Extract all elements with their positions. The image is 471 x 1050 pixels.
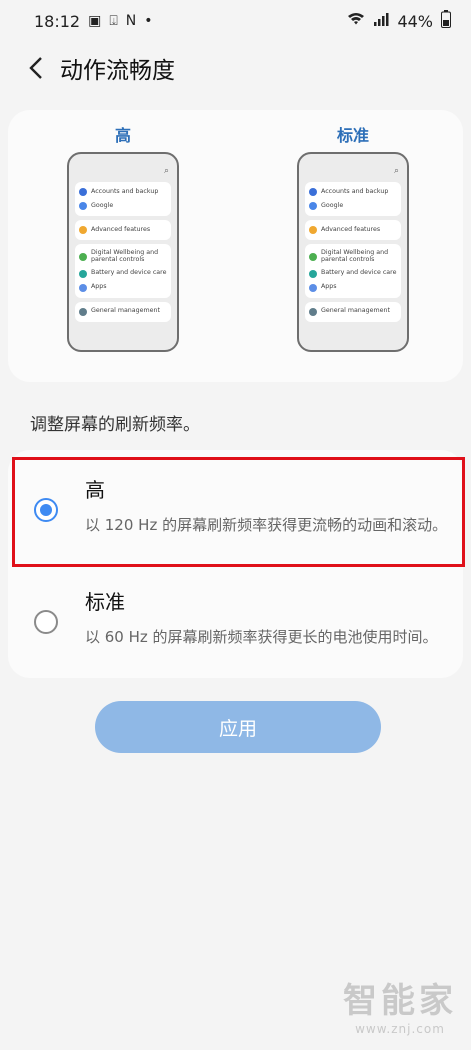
mini-label: Advanced features <box>321 225 381 233</box>
mini-group: Advanced features <box>75 220 171 240</box>
options-card: 高 以 120 Hz 的屏幕刷新频率获得更流畅的动画和滚动。 标准 以 60 H… <box>8 450 463 678</box>
mini-row-accounts: Accounts and backup <box>309 185 397 199</box>
mini-label: Digital Wellbeing and parental controls <box>321 249 389 263</box>
mini-label: Accounts and backup <box>91 187 159 195</box>
mini-row-general: General management <box>309 305 397 319</box>
mini-row-wellbeing: Digital Wellbeing and parental controls <box>309 247 397 267</box>
radio-high[interactable] <box>34 498 58 522</box>
mini-group: Advanced features <box>305 220 401 240</box>
page-title: 动作流畅度 <box>60 58 175 84</box>
apps-icon <box>79 283 87 292</box>
apps-icon <box>309 283 317 292</box>
option-high-title: 高 <box>85 478 105 502</box>
mini-label: General management <box>321 307 390 315</box>
preview-label-standard: 标准 <box>336 126 369 145</box>
status-left: 18:12 ▣ ⍗ N • <box>34 12 153 31</box>
advanced-features-icon <box>79 226 87 234</box>
mini-group: Digital Wellbeing and parental controls … <box>75 244 171 298</box>
status-bar: 18:12 ▣ ⍗ N • 44% <box>0 0 471 42</box>
mini-label: Digital Wellbeing and parental controls <box>91 249 159 263</box>
option-standard-title: 标准 <box>85 590 125 614</box>
mini-label: Battery and device care <box>321 269 397 277</box>
mini-row-apps: Apps <box>79 281 167 295</box>
mini-group: Accounts and backup Google <box>305 182 401 216</box>
mini-group: General management <box>305 301 401 322</box>
mini-label: Apps <box>91 283 107 291</box>
mini-row-google: Google <box>79 199 167 213</box>
preview-card: 高 ⌕ Accounts and backup Google Advanced … <box>8 110 463 382</box>
mini-label: Advanced features <box>91 225 151 233</box>
preview-label-high: 高 <box>114 126 131 145</box>
mini-label: Google <box>321 201 344 209</box>
mini-row-advanced: Advanced features <box>309 223 397 237</box>
search-icon: ⌕ <box>393 166 399 176</box>
radio-standard[interactable] <box>34 610 58 634</box>
mini-group: General management <box>75 301 171 322</box>
header: 动作流畅度 <box>0 44 471 92</box>
mini-row-advanced: Advanced features <box>79 223 167 237</box>
option-standard-desc: 以 60 Hz 的屏幕刷新频率获得更长的电池使用时间。 <box>85 628 438 646</box>
chevron-left-icon <box>29 57 42 79</box>
apply-button[interactable]: 应用 <box>95 701 381 753</box>
download-icon: ⍗ <box>109 13 118 29</box>
status-right: 44% <box>347 10 451 32</box>
google-icon <box>309 202 317 210</box>
watermark-url: www.znj.com <box>355 1022 445 1036</box>
mini-group: Digital Wellbeing and parental controls … <box>305 244 401 298</box>
device-care-icon <box>309 269 317 278</box>
option-high-text: 高 以 120 Hz 的屏幕刷新频率获得更流畅的动画和滚动。 <box>85 474 455 537</box>
wifi-icon <box>347 12 365 30</box>
battery-percent: 44% <box>397 11 433 31</box>
option-standard[interactable]: 标准 以 60 Hz 的屏幕刷新频率获得更长的电池使用时间。 <box>8 586 463 676</box>
mini-group: Accounts and backup Google <box>75 182 171 216</box>
mini-label: Accounts and backup <box>321 187 389 195</box>
mini-label: General management <box>91 307 160 315</box>
search-icon: ⌕ <box>163 166 169 176</box>
phone-mockup-high: ⌕ Accounts and backup Google Advanced fe… <box>67 152 179 352</box>
watermark: 智能家 www.znj.com <box>343 973 457 1036</box>
nfc-icon: N <box>125 13 137 29</box>
signal-icon <box>373 12 389 30</box>
watermark-logo-text: 智能家 <box>343 981 457 1021</box>
wellbeing-icon <box>309 252 317 261</box>
intro-text: 调整屏幕的刷新频率。 <box>30 415 200 435</box>
option-high-desc: 以 120 Hz 的屏幕刷新频率获得更流畅的动画和滚动。 <box>85 516 448 534</box>
mini-row-general: General management <box>79 305 167 319</box>
preview-high: 高 ⌕ Accounts and backup Google Advanced … <box>64 122 182 352</box>
back-button[interactable] <box>0 44 60 92</box>
option-standard-text: 标准 以 60 Hz 的屏幕刷新频率获得更长的电池使用时间。 <box>85 586 455 649</box>
wellbeing-icon <box>79 252 87 261</box>
accounts-icon <box>309 188 317 196</box>
mini-row-battery: Battery and device care <box>79 267 167 281</box>
mini-label: Apps <box>321 283 337 291</box>
mini-label: Battery and device care <box>91 269 167 277</box>
mini-row-accounts: Accounts and backup <box>79 185 167 199</box>
phone-mockup-standard: ⌕ Accounts and backup Google Advanced fe… <box>297 152 409 352</box>
google-icon <box>79 202 87 210</box>
mini-label: Google <box>91 201 114 209</box>
general-management-icon <box>309 307 317 316</box>
status-time: 18:12 <box>34 11 81 31</box>
gallery-icon: ▣ <box>88 13 102 29</box>
advanced-features-icon <box>309 226 317 234</box>
mini-row-apps: Apps <box>309 281 397 295</box>
battery-icon <box>441 10 451 32</box>
mini-row-battery: Battery and device care <box>309 267 397 281</box>
preview-standard: 标准 ⌕ Accounts and backup Google Advanced… <box>294 122 412 352</box>
mini-row-google: Google <box>309 199 397 213</box>
general-management-icon <box>79 307 87 316</box>
device-care-icon <box>79 269 87 278</box>
accounts-icon <box>79 188 87 196</box>
option-high[interactable]: 高 以 120 Hz 的屏幕刷新频率获得更流畅的动画和滚动。 <box>8 474 463 564</box>
more-notifications-icon: • <box>144 13 153 29</box>
mini-row-wellbeing: Digital Wellbeing and parental controls <box>79 247 167 267</box>
